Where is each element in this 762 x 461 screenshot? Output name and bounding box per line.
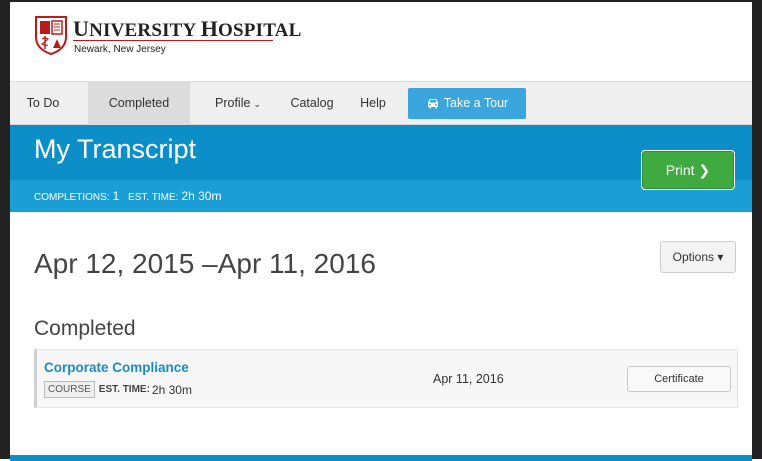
bottom-bar [10, 455, 752, 461]
nav-item-help[interactable]: Help [355, 82, 391, 125]
org-name-cap-1: U [73, 16, 90, 41]
org-name[interactable]: UNIVERSITY HOSPITAL [73, 16, 301, 42]
certificate-button[interactable]: Certificate [627, 366, 731, 392]
nav-item-profile-label: Profile [215, 96, 251, 110]
list-item: Corporate Compliance COURSE EST. TIME: 2h … [34, 349, 738, 408]
course-meta: COURSE EST. TIME: 2h 30m [44, 381, 192, 399]
page-title: My Transcript [34, 134, 197, 164]
site-header: UNIVERSITY HOSPITAL Newark, New Jersey [10, 2, 752, 81]
course-type-badge: COURSE [44, 381, 95, 399]
completions-value: 1 [112, 189, 120, 203]
org-name-part-2: OSPITAL [218, 20, 302, 41]
nav-item-profile[interactable]: Profile ⌄ [203, 82, 273, 125]
chevron-right-icon: ❯ [698, 162, 711, 178]
est-time-label: EST. TIME: [128, 192, 179, 203]
options-dropdown-button[interactable]: Options ▾ [660, 241, 736, 273]
completed-section-title: Completed [34, 317, 136, 340]
org-location: Newark, New Jersey [74, 44, 166, 55]
course-est-time-value: 2h 30m [151, 382, 192, 397]
completions-label: COMPLETIONS: [34, 192, 110, 203]
nav-item-completed[interactable]: Completed [88, 82, 190, 125]
org-name-cap-2: H [200, 16, 219, 41]
course-completion-date: Apr 11, 2016 [433, 372, 504, 386]
take-a-tour-label: Take a Tour [443, 96, 509, 110]
course-title-link[interactable]: Corporate Compliance [44, 360, 189, 375]
print-button[interactable]: Print ❯ [641, 150, 735, 190]
take-a-tour-button[interactable]: Take a Tour [408, 88, 526, 119]
nav-item-todo[interactable]: To Do [18, 82, 68, 125]
main-nav: To Do Completed Profile ⌄ Catalog Help Ta… [10, 81, 752, 125]
est-time-value: 2h 30m [181, 189, 222, 203]
date-range-heading: Apr 12, 2015 –Apr 11, 2016 [34, 248, 376, 279]
app-frame: UNIVERSITY HOSPITAL Newark, New Jersey T… [0, 0, 762, 461]
university-hospital-crest-icon[interactable] [34, 15, 68, 55]
course-est-time-label: EST. TIME: [98, 384, 150, 396]
print-label: Print [665, 162, 695, 178]
chevron-down-icon: ⌄ [253, 99, 261, 109]
transcript-banner: My Transcript COMPLETIONS: 1 EST. TIME: 2h… [10, 125, 752, 212]
org-name-part-1: NIVERSITY [89, 20, 201, 41]
car-icon [427, 99, 438, 109]
logo-divider [73, 40, 273, 41]
nav-item-catalog[interactable]: Catalog [284, 82, 340, 125]
